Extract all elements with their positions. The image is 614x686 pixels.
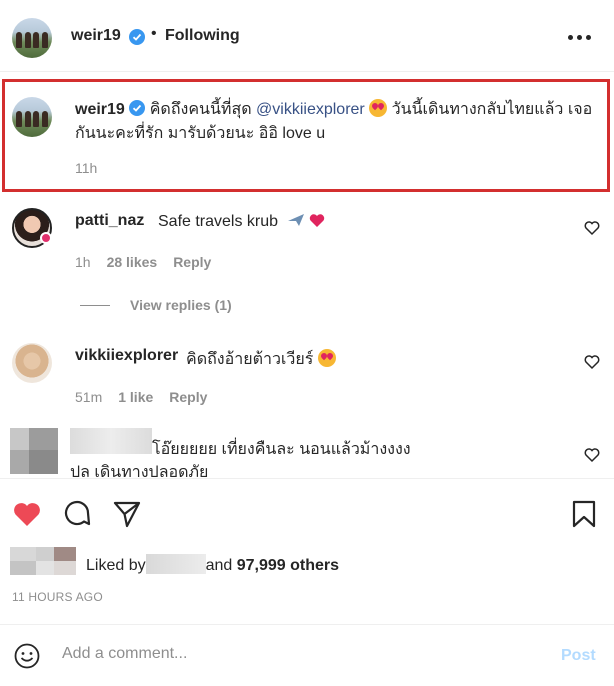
blurred-avatar: [10, 428, 58, 474]
liked-by-avatars: [10, 547, 76, 577]
comment-username[interactable]: vikkiiexplorer: [75, 347, 178, 365]
following-button[interactable]: Following: [165, 27, 240, 45]
airplane-icon: [287, 214, 304, 226]
blurred-username: [70, 428, 152, 454]
view-replies-button[interactable]: View replies (1): [130, 297, 232, 313]
comment-time: 51m: [75, 389, 103, 405]
post-time: 11 HOURS AGO: [12, 590, 103, 604]
header-username[interactable]: weir19: [71, 27, 121, 45]
heart-eyes-emoji: [317, 349, 336, 367]
separator-dot: •: [151, 25, 157, 42]
comment-text: Safe travels krub: [158, 212, 325, 231]
caption-text: weir19 คิดถึงคนนี้ที่สุด @vikkiiexplorer…: [75, 98, 595, 146]
share-icon[interactable]: [112, 499, 142, 529]
caption-time: 11h: [75, 160, 98, 176]
smile-icon[interactable]: [14, 643, 40, 669]
comment-time: 1h: [75, 254, 91, 270]
verified-icon: [129, 100, 146, 116]
caption-body: คิดถึงคนนี้ที่สุด: [149, 101, 257, 118]
comment-likes[interactable]: 28 likes: [107, 254, 158, 270]
blurred-liker: [145, 554, 206, 574]
reply-button[interactable]: Reply: [173, 254, 211, 270]
like-comment-icon[interactable]: [584, 354, 600, 370]
caption-avatar[interactable]: [12, 97, 52, 137]
heart-icon: [309, 214, 325, 227]
story-badge: [40, 232, 52, 244]
heart-eyes-emoji: [369, 99, 388, 117]
likes-count[interactable]: 97,999 others: [237, 557, 339, 574]
comment-meta: 51m 1 like Reply: [75, 389, 207, 405]
avatar[interactable]: [12, 18, 52, 58]
bookmark-icon[interactable]: [569, 499, 599, 529]
comment-icon[interactable]: [62, 499, 92, 529]
verified-icon: [129, 29, 145, 45]
liked-by-text: Liked by and 97,999 others: [86, 554, 339, 575]
comment-meta: 1h 28 likes Reply: [75, 254, 211, 270]
mention-link[interactable]: @vikkiiexplorer: [256, 101, 365, 118]
caption-username[interactable]: weir19: [75, 101, 125, 118]
reply-button[interactable]: Reply: [169, 389, 207, 405]
post-button[interactable]: Post: [561, 647, 596, 665]
post-header: weir19 • Following: [0, 0, 614, 72]
comment-avatar[interactable]: [12, 343, 52, 383]
replies-divider: [80, 305, 110, 306]
like-comment-icon[interactable]: [584, 447, 600, 463]
comment-likes[interactable]: 1 like: [118, 389, 153, 405]
comment-input[interactable]: [62, 645, 542, 663]
heart-icon[interactable]: [12, 499, 42, 529]
comment-bar: Post: [0, 624, 614, 686]
comment-text-line2: ปล เดินทางปลอดภัย: [70, 464, 209, 478]
like-comment-icon[interactable]: [584, 220, 600, 236]
comment-username[interactable]: patti_naz: [75, 212, 144, 230]
more-icon[interactable]: [568, 30, 594, 44]
comment-text: โอ๊ยยยยย เที่ยงคืนละ นอนแล้วม้างงงง: [152, 441, 411, 458]
comment-text: คิดถึงอ้ายต้าวเวียร์: [186, 347, 336, 372]
